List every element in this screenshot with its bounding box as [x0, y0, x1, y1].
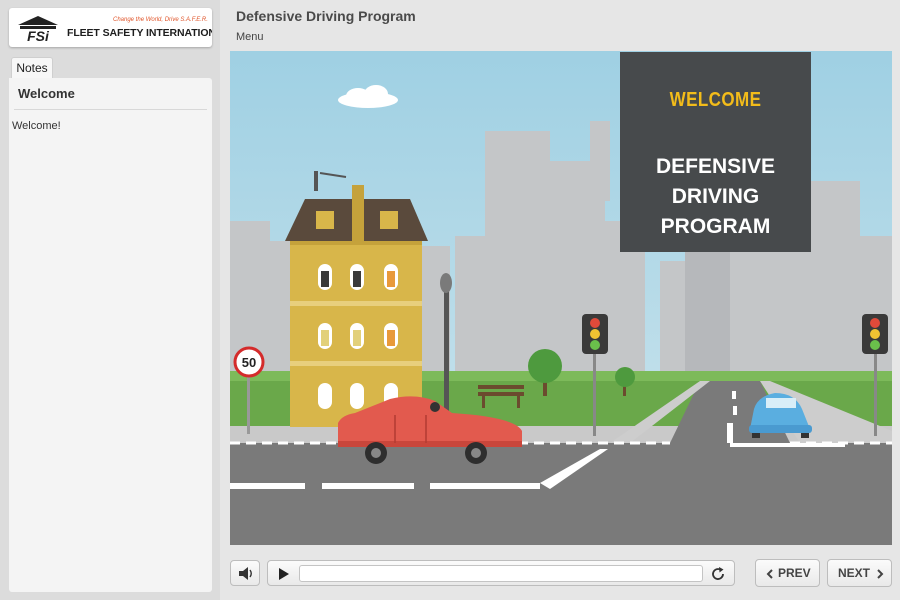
logo-tagline: Change the World, Drive S.A.F.E.R.: [113, 17, 208, 23]
chevron-left-icon: [766, 569, 773, 579]
menu-link[interactable]: Menu: [236, 31, 264, 43]
divider: [14, 109, 207, 110]
player-controls: [267, 560, 735, 586]
slide-heading: WELCOME: [669, 89, 762, 111]
slide-body-line: DRIVING: [671, 185, 760, 208]
yellow-building: [285, 171, 428, 427]
company-logo: FSi Change the World, Drive S.A.F.E.R. F…: [9, 8, 212, 47]
next-label: NEXT: [838, 566, 871, 580]
notes-title: Welcome: [18, 86, 75, 101]
notes-text: Welcome!: [12, 120, 61, 132]
volume-button[interactable]: [230, 560, 260, 586]
road: [230, 443, 892, 545]
course-title: Defensive Driving Program: [236, 8, 416, 24]
svg-text:FSi: FSi: [27, 28, 50, 43]
progress-bar[interactable]: [299, 565, 703, 582]
sidebar: FSi Change the World, Drive S.A.F.E.R. F…: [0, 0, 220, 600]
fsi-logo-icon: FSi: [18, 16, 58, 43]
chevron-right-icon: [877, 569, 884, 579]
volume-icon: [239, 567, 252, 580]
replay-icon[interactable]: [710, 566, 726, 582]
play-icon[interactable]: [276, 567, 290, 581]
notes-panel: Welcome Welcome!: [9, 78, 212, 592]
prev-label: PREV: [778, 566, 811, 580]
slide-body-line: DEFENSIVE: [655, 155, 776, 178]
svg-text:50: 50: [242, 355, 256, 370]
slide-stage: 50 WELCOME DEFENSIVE DRIVING PROGRAM: [230, 51, 892, 545]
tab-notes[interactable]: Notes: [11, 57, 53, 79]
prev-button[interactable]: PREV: [755, 559, 820, 587]
slide-body-line: PROGRAM: [660, 215, 771, 238]
logo-name: FLEET SAFETY INTERNATIONAL: [67, 27, 212, 39]
next-button[interactable]: NEXT: [827, 559, 892, 587]
slide-body: DEFENSIVE DRIVING PROGRAM: [620, 152, 811, 242]
welcome-panel: WELCOME DEFENSIVE DRIVING PROGRAM: [620, 52, 811, 252]
